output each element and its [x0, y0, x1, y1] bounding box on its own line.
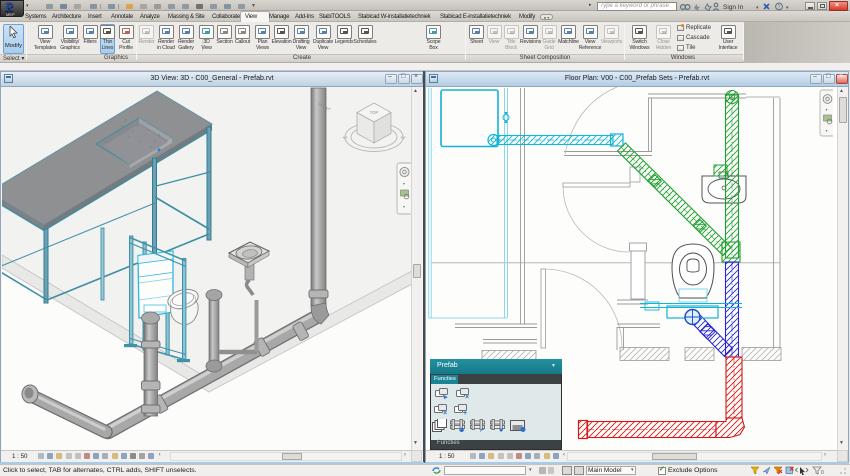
svg-text:?: ? [778, 5, 781, 11]
svg-text:▾: ▾ [403, 181, 405, 186]
svg-text:+: + [463, 410, 467, 415]
svg-text:●: ● [499, 427, 503, 432]
svg-text:0: 0 [821, 470, 824, 475]
svg-text:▾: ▾ [403, 204, 405, 209]
svg-text:↗: ↗ [479, 427, 485, 432]
svg-text:×: × [465, 394, 469, 399]
svg-text:▾: ▾ [826, 128, 828, 133]
svg-text:◆: ◆ [459, 427, 465, 432]
svg-text:TOP: TOP [370, 110, 379, 115]
svg-text:▾: ▾ [826, 107, 828, 112]
svg-text:×: × [443, 410, 447, 415]
svg-text:Sign In: Sign In [723, 4, 744, 11]
svg-text:▸: ▸ [443, 394, 448, 399]
